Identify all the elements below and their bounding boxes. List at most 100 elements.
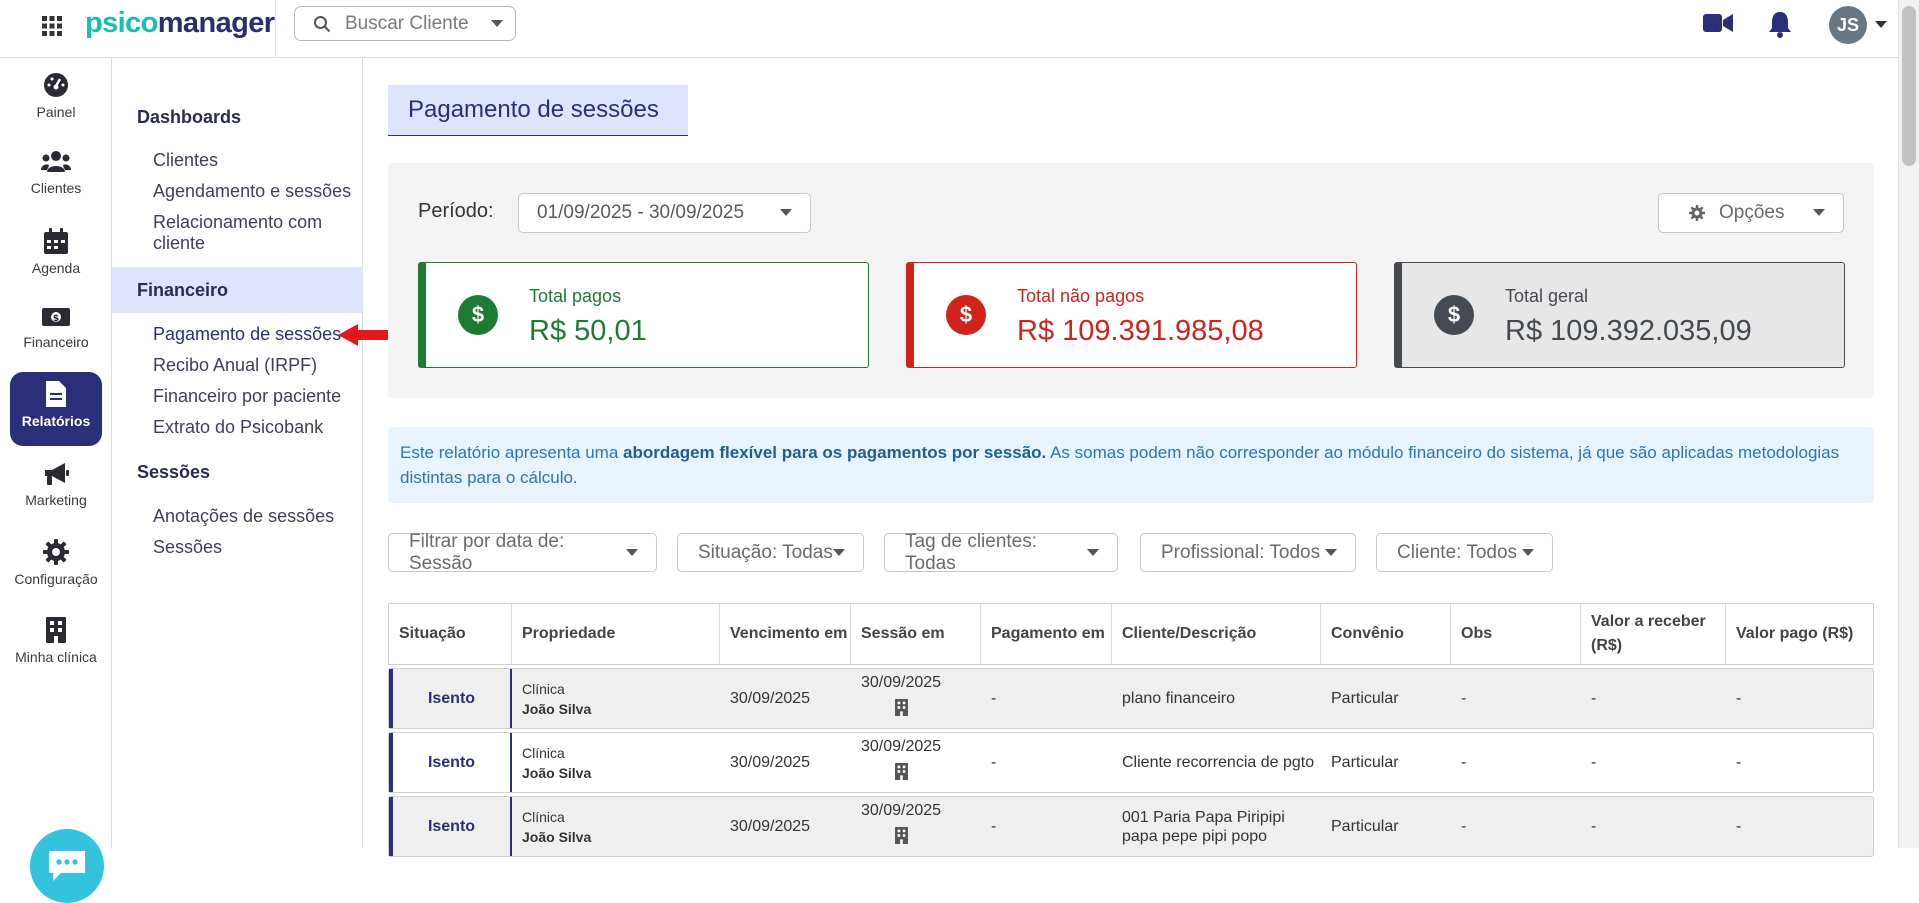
sessao-cell: 30/09/2025	[851, 669, 981, 728]
page-scrollbar[interactable]	[1898, 0, 1919, 848]
situacao-cell: Isento	[389, 797, 512, 856]
filter-situacao[interactable]: Situação: Todas	[677, 533, 864, 572]
building-icon	[895, 763, 908, 780]
search-client-dropdown[interactable]: Buscar Cliente	[294, 6, 516, 41]
column-header[interactable]: Vencimento em	[720, 604, 851, 664]
divider	[275, 0, 276, 58]
cliente-cell: plano financeiro	[1122, 690, 1235, 707]
caret-down-icon	[1522, 548, 1534, 557]
nav-configuracao[interactable]: Configuração	[10, 530, 102, 604]
filter-label: Tag de clientes: Todas	[905, 530, 1038, 574]
prop-type: Clínica	[522, 680, 565, 697]
subnav-item-anotacoes-sessoes[interactable]: Anotações de sessões	[153, 506, 358, 527]
column-header[interactable]: Situação	[389, 604, 512, 664]
subnav-item-extrato-psicobank[interactable]: Extrato do Psicobank	[153, 417, 358, 438]
building-icon	[46, 617, 66, 643]
subnav-item-sessoes[interactable]: Sessões	[153, 537, 358, 558]
video-camera-icon[interactable]	[1703, 12, 1733, 34]
dollar-coin-icon: $	[946, 295, 986, 335]
card-value: R$ 109.391.985,08	[1017, 315, 1264, 347]
card-label: Total não pagos	[1017, 286, 1145, 306]
valor-receber-cell: -	[1591, 754, 1597, 771]
brand-logo[interactable]: psicomanager	[85, 6, 275, 40]
megaphone-icon	[45, 463, 69, 485]
table-row[interactable]: Isento Clínica João Silva 30/09/2025 30/0…	[388, 668, 1874, 729]
svg-text:$: $	[53, 314, 59, 324]
apps-grid-icon[interactable]	[38, 12, 66, 40]
convenio-cell: Particular	[1331, 818, 1399, 835]
column-header[interactable]: Valor pago (R$)	[1726, 604, 1873, 664]
user-menu-caret-icon[interactable]	[1875, 21, 1887, 29]
column-header[interactable]: Obs	[1451, 604, 1581, 664]
valor-pago-cell: -	[1736, 690, 1742, 707]
chat-support-button[interactable]	[30, 829, 104, 903]
column-header[interactable]: Valor a receber (R$)	[1581, 604, 1726, 664]
card-total-pagos: $ Total pagos R$ 50,01	[418, 262, 869, 368]
filter-label: Profissional: Todos	[1161, 541, 1321, 563]
subnav-item-recibo-anual[interactable]: Recibo Anual (IRPF)	[153, 355, 358, 376]
options-button[interactable]: Opções	[1658, 193, 1844, 233]
subnav-item-relacionamento-cliente[interactable]: Relacionamento com cliente	[153, 212, 358, 254]
propriedade-cell: Clínica João Silva	[512, 669, 720, 728]
filter-cliente[interactable]: Cliente: Todos	[1376, 533, 1553, 572]
pagamento-cell: -	[991, 754, 997, 771]
building-icon	[895, 699, 908, 716]
filter-profissional[interactable]: Profissional: Todos	[1140, 533, 1356, 572]
nav-label: Minha clínica	[15, 649, 97, 665]
nav-financeiro[interactable]: $ Financeiro	[10, 297, 102, 371]
nav-painel[interactable]: Painel	[10, 63, 102, 137]
column-header[interactable]: Sessão em	[851, 604, 981, 664]
nav-label: Relatórios	[21, 413, 91, 429]
subnav-item-clientes[interactable]: Clientes	[153, 150, 358, 171]
vencimento-cell: 30/09/2025	[730, 754, 811, 771]
period-label: Período:	[418, 200, 494, 222]
subnav-heading-financeiro[interactable]: Financeiro	[137, 280, 228, 301]
nav-agenda[interactable]: Agenda	[10, 219, 102, 293]
column-header[interactable]: Pagamento em	[981, 604, 1112, 664]
nav-relatorios[interactable]: Relatórios	[10, 372, 102, 446]
vencimento-cell: 30/09/2025	[730, 818, 811, 835]
chat-icon	[49, 851, 85, 881]
nav-minha-clinica[interactable]: Minha clínica	[10, 608, 102, 682]
dollar-coin-icon: $	[1434, 295, 1474, 335]
caret-down-icon	[626, 548, 638, 557]
subnav-heading-sessoes: Sessões	[137, 462, 211, 482]
nav-marketing[interactable]: Marketing	[10, 453, 102, 527]
subnav-item-pagamento-sessoes[interactable]: Pagamento de sessões	[153, 324, 358, 345]
filter-label: Cliente: Todos	[1397, 541, 1518, 563]
dollar-coin-icon: $	[458, 295, 498, 335]
subnav-item-financeiro-paciente[interactable]: Financeiro por paciente	[153, 386, 358, 407]
filter-label: Filtrar por data de: Sessão	[409, 530, 565, 574]
column-header[interactable]: Convênio	[1321, 604, 1451, 664]
column-header[interactable]: Propriedade	[512, 604, 720, 664]
nav-label: Configuração	[14, 571, 98, 587]
valor-receber-cell: -	[1591, 690, 1597, 707]
card-total-nao-pagos: $ Total não pagos R$ 109.391.985,08	[906, 262, 1357, 368]
nav-label: Clientes	[30, 180, 82, 196]
dashboard-gauge-icon	[44, 73, 68, 97]
search-icon	[313, 15, 331, 33]
filter-label: Situação: Todas	[698, 541, 833, 563]
card-total-geral: $ Total geral R$ 109.392.035,09	[1394, 262, 1845, 368]
money-icon: $	[42, 308, 70, 326]
scrollbar-thumb[interactable]	[1902, 6, 1916, 166]
nav-label: Financeiro	[23, 334, 89, 350]
subnav-heading-dashboards: Dashboards	[137, 107, 242, 127]
bell-icon[interactable]	[1768, 10, 1792, 38]
page-title: Pagamento de sessões	[388, 85, 688, 136]
column-header[interactable]: Cliente/Descrição	[1112, 604, 1321, 664]
user-avatar[interactable]: JS	[1829, 6, 1867, 44]
prop-name: João Silva	[522, 700, 592, 717]
payments-table: Situação Propriedade Vencimento em Sessã…	[388, 603, 1874, 857]
period-date-range-select[interactable]: 01/09/2025 - 30/09/2025	[518, 193, 811, 233]
card-label: Total pagos	[529, 286, 622, 306]
table-row[interactable]: Isento Clínica João Silva 30/09/2025 30/0…	[388, 732, 1874, 793]
subnav-item-agendamento-sessoes[interactable]: Agendamento e sessões	[153, 181, 358, 202]
situacao-cell: Isento	[389, 733, 512, 792]
nav-clientes[interactable]: Clientes	[10, 141, 102, 215]
nav-label: Agenda	[31, 260, 81, 276]
filter-date-type[interactable]: Filtrar por data de: Sessão	[388, 530, 657, 574]
sessao-cell: 30/09/2025	[851, 733, 981, 792]
filter-tag-clientes[interactable]: Tag de clientes: Todas	[884, 530, 1118, 574]
info-notice: Este relatório apresenta uma abordagem f…	[388, 427, 1874, 503]
